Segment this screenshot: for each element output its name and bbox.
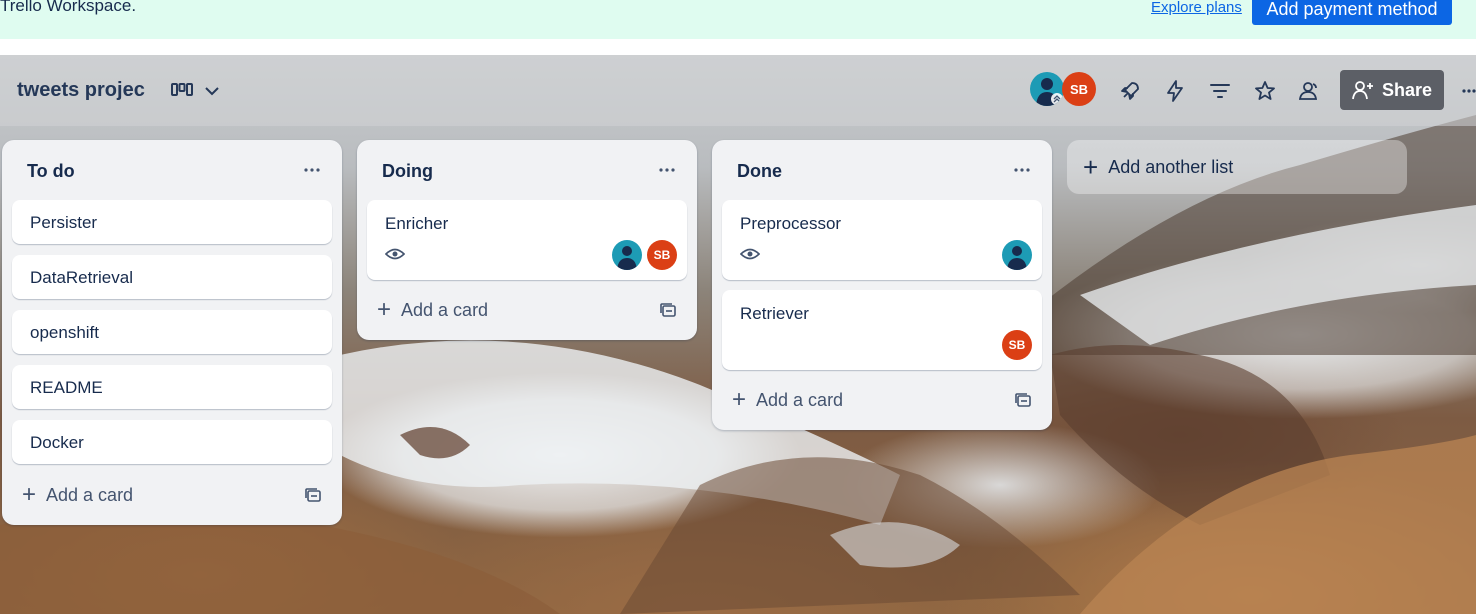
card-member-avatar-person[interactable] <box>1002 240 1032 270</box>
card[interactable]: README <box>12 365 332 409</box>
card-title: Retriever <box>740 304 809 323</box>
explore-plans-link[interactable]: Explore plans <box>1151 0 1242 19</box>
list-title[interactable]: Done <box>737 161 782 182</box>
add-card-label: Add a card <box>756 389 844 410</box>
card-title: Docker <box>30 433 84 452</box>
power-ups-icon[interactable] <box>1118 79 1142 103</box>
star-icon[interactable] <box>1253 79 1277 103</box>
add-card-button[interactable]: + Add a card <box>377 298 488 322</box>
card-member-avatar-person[interactable] <box>612 240 642 270</box>
card-title: Enricher <box>385 214 449 233</box>
card-template-icon[interactable] <box>659 302 677 318</box>
list-title[interactable]: Doing <box>382 161 433 182</box>
card-title: DataRetrieval <box>30 268 133 287</box>
card[interactable]: Docker <box>12 420 332 464</box>
card-member-avatar-sb[interactable]: SB <box>1002 330 1032 360</box>
list-done: Done Preprocessor Retriever SB + Add a c… <box>712 140 1052 430</box>
person-icon <box>1036 78 1063 106</box>
person-icon <box>1007 246 1027 270</box>
card[interactable]: Retriever SB <box>722 290 1042 370</box>
member-avatar-sb[interactable]: SB <box>1062 72 1096 106</box>
list-more-icon[interactable] <box>657 160 677 180</box>
list-more-icon[interactable] <box>302 160 322 180</box>
list-to-do: To do Persister DataRetrieval openshift … <box>2 140 342 525</box>
watch-eye-icon <box>740 248 760 260</box>
member-avatar-person[interactable] <box>1030 72 1064 106</box>
card-title: Persister <box>30 213 98 232</box>
add-list-label: Add another list <box>1108 156 1234 177</box>
add-card-label: Add a card <box>401 299 489 320</box>
add-person-icon <box>1352 81 1373 100</box>
card-title: README <box>30 378 103 397</box>
card-title: openshift <box>30 323 99 342</box>
plus-icon: + <box>377 296 392 323</box>
plus-icon: + <box>732 386 747 413</box>
visibility-icon[interactable] <box>1297 79 1321 103</box>
add-card-button[interactable]: + Add a card <box>732 388 843 412</box>
card-template-icon[interactable] <box>304 487 322 503</box>
workspace-banner: Trello Workspace. Explore plans Add paym… <box>0 0 1476 39</box>
share-label: Share <box>1381 79 1433 100</box>
watch-eye-icon <box>385 248 405 260</box>
banner-separator <box>0 39 1476 55</box>
board-header: tweets projec SB Share <box>0 55 1476 126</box>
banner-text: Trello Workspace. <box>0 0 137 15</box>
list-title[interactable]: To do <box>27 161 75 182</box>
add-another-list-button[interactable]: + Add another list <box>1067 140 1407 194</box>
automation-icon[interactable] <box>1163 79 1187 103</box>
card[interactable]: openshift <box>12 310 332 354</box>
add-card-button[interactable]: + Add a card <box>22 483 133 507</box>
chevron-down-icon[interactable] <box>203 82 221 100</box>
plus-icon: + <box>22 481 37 508</box>
filter-icon[interactable] <box>1208 79 1232 103</box>
list-more-icon[interactable] <box>1012 160 1032 180</box>
card-title: Preprocessor <box>740 214 842 233</box>
view-board-icon[interactable] <box>170 81 194 99</box>
card-template-icon[interactable] <box>1014 392 1032 408</box>
board-title[interactable]: tweets projec <box>17 79 145 102</box>
list-doing: Doing Enricher SB + Add a card <box>357 140 697 340</box>
add-payment-method-button[interactable]: Add payment method <box>1252 0 1452 25</box>
add-card-label: Add a card <box>46 484 134 505</box>
share-button[interactable]: Share <box>1340 70 1444 110</box>
card[interactable]: Enricher SB <box>367 200 687 280</box>
card-member-avatar-sb[interactable]: SB <box>647 240 677 270</box>
card[interactable]: Preprocessor <box>722 200 1042 280</box>
more-icon[interactable] <box>1462 88 1476 94</box>
person-icon <box>617 246 637 270</box>
card[interactable]: Persister <box>12 200 332 244</box>
plus-icon: + <box>1083 152 1099 182</box>
card[interactable]: DataRetrieval <box>12 255 332 299</box>
